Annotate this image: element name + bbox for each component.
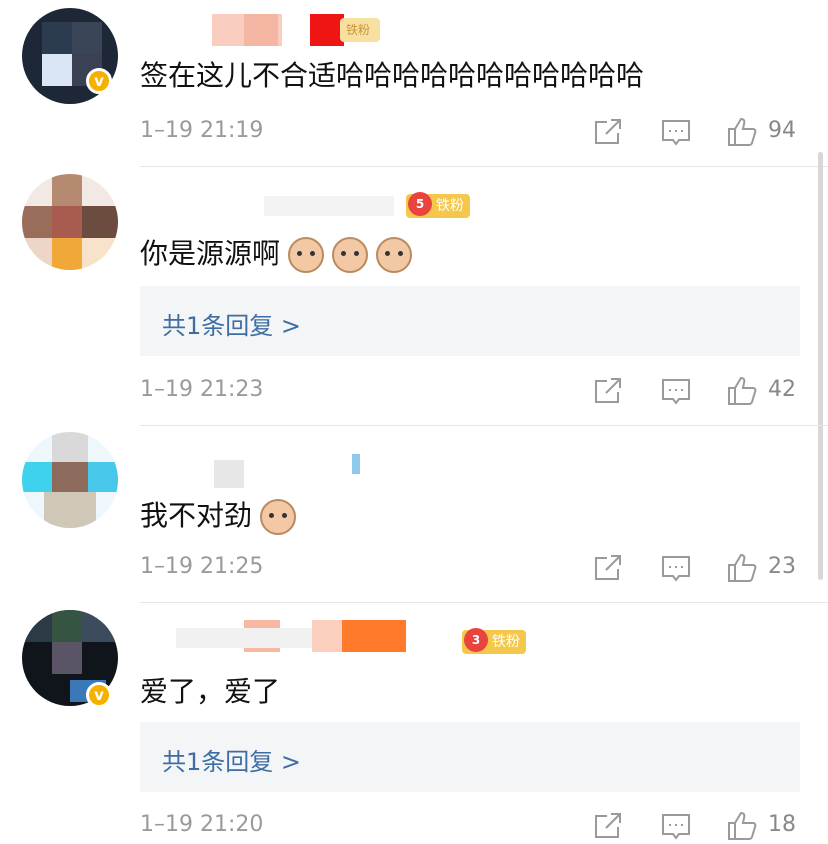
comment-meta: 1–19 21:19 94 bbox=[140, 114, 800, 150]
comment-text-label: 我不对劲 bbox=[140, 499, 253, 532]
fan-badge-label: 铁粉 bbox=[492, 634, 520, 650]
thumbs-up-icon[interactable] bbox=[726, 810, 758, 842]
reply-link[interactable]: 共1条回复 > bbox=[162, 306, 301, 341]
comment-text: 爱了，爱了 bbox=[140, 675, 281, 708]
like-count: 94 bbox=[768, 118, 796, 143]
comment-icon[interactable] bbox=[660, 810, 692, 842]
share-icon[interactable] bbox=[592, 552, 624, 584]
divider bbox=[140, 602, 828, 603]
share-icon[interactable] bbox=[592, 810, 624, 842]
fan-badge: 铁粉 bbox=[340, 18, 380, 42]
fan-badge-label: 铁粉 bbox=[346, 23, 371, 37]
comment-meta: 1–19 21:23 42 bbox=[140, 373, 800, 409]
reply-summary[interactable]: 共1条回复 > bbox=[140, 722, 800, 792]
share-icon[interactable] bbox=[592, 116, 624, 148]
fan-badge: 3 铁粉 bbox=[462, 628, 526, 654]
username-masked-2 bbox=[244, 14, 278, 46]
comment-time: 1–19 21:19 bbox=[140, 118, 264, 143]
username-masked-3 bbox=[310, 14, 344, 46]
verified-icon: v bbox=[86, 682, 112, 708]
crown-icon: 3 bbox=[464, 628, 488, 652]
like-count: 18 bbox=[768, 812, 796, 837]
share-icon[interactable] bbox=[592, 375, 624, 407]
username-masked-2 bbox=[312, 620, 346, 652]
thumbs-up-icon[interactable] bbox=[726, 375, 758, 407]
fan-badge: 5 铁粉 bbox=[406, 192, 470, 218]
like-count: 42 bbox=[768, 377, 796, 402]
username-masked-3 bbox=[342, 620, 406, 652]
avatar[interactable] bbox=[22, 174, 118, 270]
comment-icon[interactable] bbox=[660, 375, 692, 407]
username-masked-4 bbox=[176, 628, 312, 648]
comment-text: 签在这儿不合适哈哈哈哈哈哈哈哈哈哈哈 bbox=[140, 59, 645, 92]
comment-time: 1–19 21:25 bbox=[140, 554, 264, 579]
comment-time: 1–19 21:20 bbox=[140, 812, 264, 837]
comment-text: 我不对劲 bbox=[140, 494, 297, 535]
comment-text: 你是源源啊 bbox=[140, 232, 413, 273]
verified-icon: v bbox=[86, 68, 112, 94]
reply-link[interactable]: 共1条回复 > bbox=[162, 742, 301, 777]
crown-icon: 5 bbox=[408, 192, 432, 216]
thumbs-up-icon[interactable] bbox=[726, 116, 758, 148]
username-masked[interactable] bbox=[264, 196, 394, 216]
comment-meta: 1–19 21:25 23 bbox=[140, 550, 800, 586]
comment-meta: 1–19 21:20 18 bbox=[140, 808, 800, 844]
comment-time: 1–19 21:23 bbox=[140, 377, 264, 402]
divider bbox=[140, 425, 828, 426]
fan-badge-label: 铁粉 bbox=[436, 198, 464, 214]
username-masked[interactable] bbox=[214, 460, 244, 488]
thumbs-up-icon[interactable] bbox=[726, 552, 758, 584]
comment-text-label: 你是源源啊 bbox=[140, 237, 281, 270]
comment-icon[interactable] bbox=[660, 116, 692, 148]
comment-icon[interactable] bbox=[660, 552, 692, 584]
scrollbar[interactable] bbox=[818, 152, 823, 580]
divider bbox=[140, 166, 828, 167]
avatar[interactable] bbox=[22, 432, 118, 528]
username-masked-2 bbox=[352, 454, 360, 474]
cat-emoji-icon bbox=[260, 499, 297, 535]
reply-summary[interactable]: 共1条回复 > bbox=[140, 286, 800, 356]
cat-emoji-icon bbox=[288, 237, 325, 273]
cat-emoji-icon bbox=[332, 237, 369, 273]
like-count: 23 bbox=[768, 554, 796, 579]
cat-emoji-icon bbox=[376, 237, 413, 273]
